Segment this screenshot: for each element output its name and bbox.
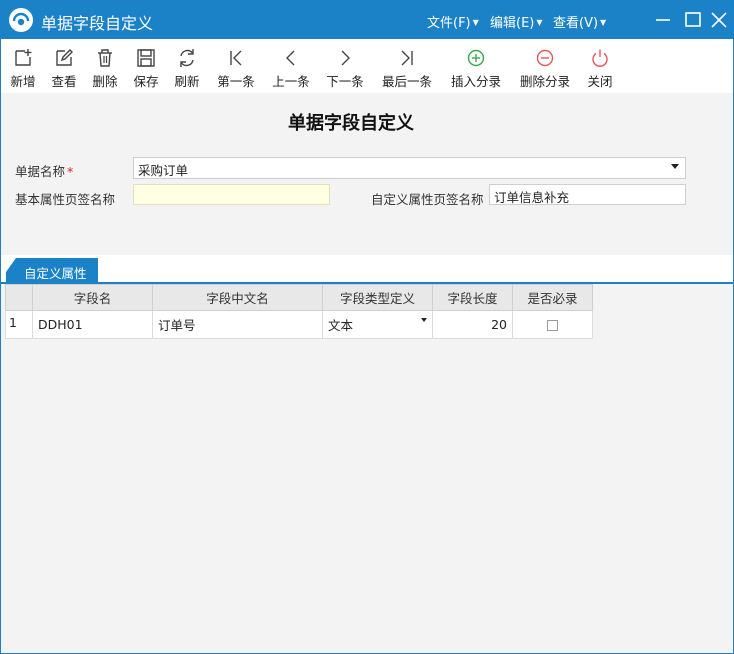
title-bar: 单据字段自定义 文件(F) ▼ 编辑(E) ▼ 查看(V) ▼ xyxy=(1,1,733,39)
cell-type-value: 文本 xyxy=(328,318,354,333)
add-button[interactable]: 新增 xyxy=(8,47,38,89)
cell-required xyxy=(512,310,593,339)
grid-area: 字段名 字段中文名 字段类型定义 字段长度 是否必录 1 DDH01 订单号 文… xyxy=(5,284,729,650)
maximize-button[interactable] xyxy=(683,10,703,30)
next-record-label: 下一条 xyxy=(326,74,364,89)
window-title: 单据字段自定义 xyxy=(41,14,154,33)
maximize-icon xyxy=(685,12,701,27)
first-icon xyxy=(230,50,242,66)
toolbar: 新增 查看 删除 保存 刷新 第一条 上一条 下一条 最后一条 插入分录 删除分… xyxy=(1,39,733,93)
save-label: 保存 xyxy=(133,74,159,89)
cell-cn-name[interactable]: 订单号 xyxy=(152,310,323,339)
column-header-required[interactable]: 是否必录 xyxy=(512,284,593,311)
delete-entry-label: 删除分录 xyxy=(519,74,570,89)
custom-tab-name-label: 自定义属性页签名称 xyxy=(371,192,484,207)
insert-entry-button[interactable]: 插入分录 xyxy=(447,47,505,89)
last-record-button[interactable]: 最后一条 xyxy=(379,47,435,89)
menu-caret-icon: ▼ xyxy=(600,18,607,27)
save-button[interactable]: 保存 xyxy=(131,47,161,89)
power-icon xyxy=(592,49,608,67)
doc-name-value: 采购订单 xyxy=(138,163,189,178)
delete-entry-button[interactable]: 删除分录 xyxy=(516,47,574,89)
trash-icon xyxy=(98,49,112,67)
prev-record-label: 上一条 xyxy=(272,74,310,89)
delete-button[interactable]: 删除 xyxy=(90,47,120,89)
close-button[interactable]: 关闭 xyxy=(585,47,615,89)
cell-type-select[interactable]: 文本 xyxy=(322,310,433,339)
row-number: 1 xyxy=(5,310,33,339)
required-mark: * xyxy=(67,164,74,179)
table-row: 1 DDH01 订单号 文本 20 xyxy=(5,310,593,339)
menu-edit[interactable]: 编辑(E) ▼ xyxy=(490,12,543,31)
first-record-button[interactable]: 第一条 xyxy=(214,47,258,89)
close-window-button[interactable] xyxy=(709,10,729,30)
fields-table: 字段名 字段中文名 字段类型定义 字段长度 是否必录 1 DDH01 订单号 文… xyxy=(5,284,593,339)
menu-file[interactable]: 文件(F) ▼ xyxy=(427,12,479,31)
minus-circle-icon xyxy=(536,49,554,67)
basic-tab-name-label: 基本属性页签名称 xyxy=(15,192,116,207)
custom-tab-name-input[interactable]: 订单信息补充 xyxy=(489,184,686,205)
menu-file-label: 文件(F) xyxy=(427,16,471,31)
last-icon xyxy=(401,50,413,66)
menu-view[interactable]: 查看(V) ▼ xyxy=(553,12,606,31)
close-label: 关闭 xyxy=(587,74,613,89)
plus-circle-icon xyxy=(467,49,485,67)
menu-caret-icon: ▼ xyxy=(472,18,479,27)
save-icon xyxy=(137,49,155,67)
doc-name-select[interactable]: 采购订单 xyxy=(133,157,686,179)
view-button[interactable]: 查看 xyxy=(49,47,79,89)
menu-view-label: 查看(V) xyxy=(553,16,599,31)
tab-custom-properties[interactable]: 自定义属性 xyxy=(6,258,98,283)
refresh-button[interactable]: 刷新 xyxy=(172,47,202,89)
menu-caret-icon: ▼ xyxy=(536,18,543,27)
next-record-button[interactable]: 下一条 xyxy=(323,47,367,89)
prev-icon xyxy=(286,50,295,66)
minimize-icon xyxy=(656,19,670,21)
view-label: 查看 xyxy=(51,74,77,89)
app-window: 单据字段自定义 文件(F) ▼ 编辑(E) ▼ 查看(V) ▼ 新增 查看 删除… xyxy=(0,0,734,654)
doc-name-label: 单据名称 xyxy=(15,164,66,179)
table-header-row: 字段名 字段中文名 字段类型定义 字段长度 是否必录 xyxy=(5,284,593,311)
add-label: 新增 xyxy=(10,74,36,89)
required-checkbox[interactable] xyxy=(547,320,558,331)
last-record-label: 最后一条 xyxy=(381,74,432,89)
column-header-cn-name[interactable]: 字段中文名 xyxy=(152,284,323,311)
row-number-header xyxy=(5,284,33,311)
column-header-length[interactable]: 字段长度 xyxy=(432,284,513,311)
delete-label: 删除 xyxy=(92,74,118,89)
cell-length[interactable]: 20 xyxy=(432,310,513,339)
first-record-label: 第一条 xyxy=(217,74,255,89)
insert-entry-label: 插入分录 xyxy=(450,74,501,89)
refresh-label: 刷新 xyxy=(174,74,200,89)
refresh-icon xyxy=(180,49,194,67)
minimize-button[interactable] xyxy=(653,10,673,30)
tab-strip xyxy=(1,255,733,283)
column-header-field-name[interactable]: 字段名 xyxy=(32,284,153,311)
menu-edit-label: 编辑(E) xyxy=(490,16,535,31)
prev-record-button[interactable]: 上一条 xyxy=(269,47,313,89)
close-icon xyxy=(711,12,727,28)
basic-tab-name-input[interactable] xyxy=(133,184,330,205)
app-logo-icon xyxy=(9,8,33,32)
column-header-type[interactable]: 字段类型定义 xyxy=(322,284,433,311)
add-doc-icon xyxy=(15,49,32,66)
doc-name-label-wrap: 单据名称 * xyxy=(15,161,73,180)
cell-field-name[interactable]: DDH01 xyxy=(32,310,153,339)
chevron-down-icon xyxy=(671,164,679,169)
edit-icon xyxy=(56,49,73,66)
chevron-down-icon xyxy=(421,318,427,322)
next-icon xyxy=(341,50,350,66)
form-title: 单据字段自定义 xyxy=(288,113,414,134)
